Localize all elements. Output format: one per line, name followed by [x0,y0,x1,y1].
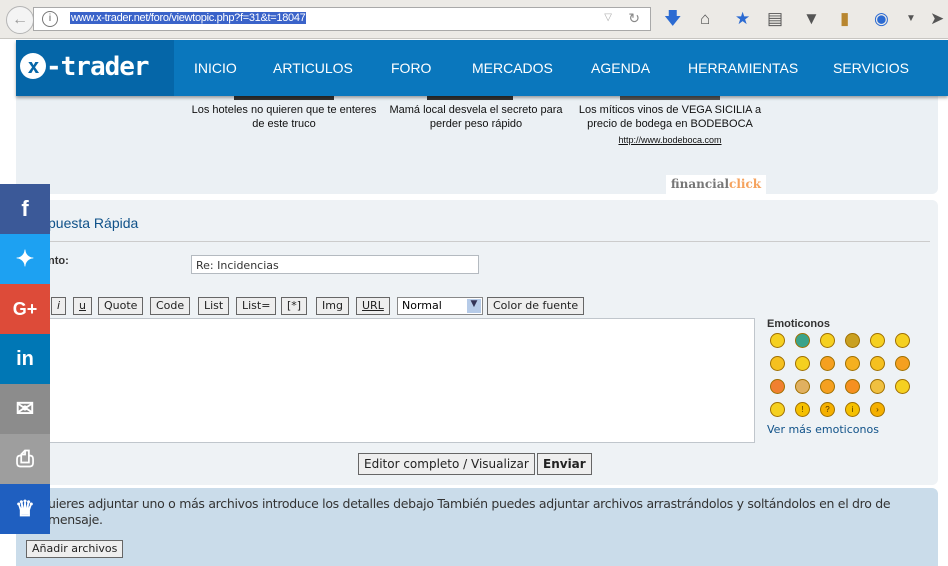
more-emoticons-link[interactable]: Ver más emoticonos [767,423,879,436]
emoticon-icon[interactable] [895,356,910,371]
emoticon-icon[interactable] [845,333,860,348]
emoticon-icon[interactable] [770,356,785,371]
underline-button[interactable]: u [73,297,92,315]
info-icon[interactable]: i [42,11,58,27]
divider [46,241,930,242]
emoticon-icon[interactable]: ! [795,402,810,417]
subject-label: nto: [48,255,69,267]
emoticon-icon[interactable] [795,333,810,348]
emoticon-icon[interactable] [845,379,860,394]
full-editor-button[interactable]: Editor completo / Visualizar [358,453,535,475]
italic-button[interactable]: i [51,297,67,315]
reload-icon[interactable]: ↻ [628,10,640,27]
emoticon-icon[interactable] [770,333,785,348]
nav-agenda[interactable]: AGENDA [591,60,650,76]
emoticon-icon[interactable] [770,379,785,394]
emoticon-icon[interactable] [845,356,860,371]
ordered-list-button[interactable]: List= [236,297,277,315]
font-color-button[interactable]: Color de fuente [487,297,585,315]
code-button[interactable]: Code [150,297,191,315]
ad-image[interactable] [427,96,513,100]
url-text[interactable]: www.x-trader.net/foro/viewtopic.php?f=31… [70,12,307,24]
emoticon-icon[interactable] [795,379,810,394]
linkedin-icon[interactable]: in [0,334,50,384]
nav-inicio[interactable]: INICIO [194,60,237,76]
home-icon[interactable]: ⌂ [700,9,710,29]
download-icon[interactable]: 🡇 [664,9,681,29]
main-nav: x -trader INICIO ARTICULOS FORO MERCADOS … [16,40,948,96]
financialclick-logo[interactable]: financialclick [666,175,766,194]
browser-toolbar: ← i www.x-trader.net/foro/viewtopic.php?… [0,0,948,39]
emoticon-icon[interactable]: ? [820,402,835,417]
emoticon-icon[interactable] [870,379,885,394]
emoticon-icon[interactable] [820,379,835,394]
ad-image[interactable] [234,96,334,100]
facebook-icon[interactable]: f [0,184,50,234]
add-files-button[interactable]: Añadir archivos [26,540,124,558]
ad-text[interactable]: Los míticos vinos de VEGA SICILIA a prec… [575,103,765,147]
nav-mercados[interactable]: MERCADOS [472,60,553,76]
back-button[interactable]: ← [6,6,34,34]
addon-icon[interactable]: ◉ [874,9,889,29]
nav-foro[interactable]: FORO [391,60,431,76]
pocket-icon[interactable]: ▼ [803,9,820,29]
email-icon[interactable]: ✉ [0,384,50,434]
url-button[interactable]: URL [356,297,390,315]
crown-icon[interactable]: ♛ [0,484,50,534]
emoticon-icon[interactable] [770,402,785,417]
ad-link[interactable]: http://www.bodeboca.com [575,133,765,147]
chevron-down-icon: ▼ [467,299,481,313]
nav-articulos[interactable]: ARTICULOS [273,60,353,76]
menu-dropdown-icon[interactable]: ▼ [906,9,916,29]
img-button[interactable]: Img [316,297,349,315]
quick-reply-title: puesta Rápida [48,215,139,231]
emoticons-title: Emoticonos [767,318,830,330]
emoticon-icon[interactable] [795,356,810,371]
url-bar[interactable]: i www.x-trader.net/foro/viewtopic.php?f=… [33,7,651,31]
reading-list-icon[interactable]: ▤ [767,9,783,29]
emoticon-icon[interactable] [870,356,885,371]
emoticon-icon[interactable] [820,333,835,348]
notebook-icon[interactable]: ▮ [840,9,849,29]
print-icon[interactable]: ⎙ [0,434,50,484]
list-item-button[interactable]: [*] [281,297,308,315]
ad-text[interactable]: Los hoteles no quieren que te enteres de… [188,103,380,131]
send-button[interactable]: Enviar [537,453,592,475]
emoticon-icon[interactable]: › [870,402,885,417]
emoticon-icon[interactable] [895,333,910,348]
google-plus-icon[interactable]: G+ [0,284,50,334]
emoticon-icon[interactable]: i [845,402,860,417]
message-textarea[interactable] [30,318,755,443]
bookmark-star-icon[interactable]: ★ [735,9,750,29]
twitter-icon[interactable]: ✦ [0,234,50,284]
quote-button[interactable]: Quote [98,297,144,315]
list-button[interactable]: List [198,297,230,315]
ad-text[interactable]: Mamá local desvela el secreto para perde… [385,103,567,131]
subject-input[interactable]: Re: Incidencias [191,255,479,274]
ad-image[interactable] [620,96,720,100]
emoticon-icon[interactable] [820,356,835,371]
nav-herramientas[interactable]: HERRAMIENTAS [688,60,798,76]
attach-info: uieres adjuntar uno o más archivos intro… [48,496,891,527]
font-size-select[interactable]: Normal ▼ [397,297,483,315]
nav-servicios[interactable]: SERVICIOS [833,60,909,76]
emoticon-icon[interactable] [895,379,910,394]
emoticon-icon[interactable] [870,333,885,348]
dropdown-icon[interactable]: ▽ [604,12,612,23]
send-icon[interactable]: ➤ [930,9,944,29]
site-logo[interactable]: x -trader [16,40,174,96]
